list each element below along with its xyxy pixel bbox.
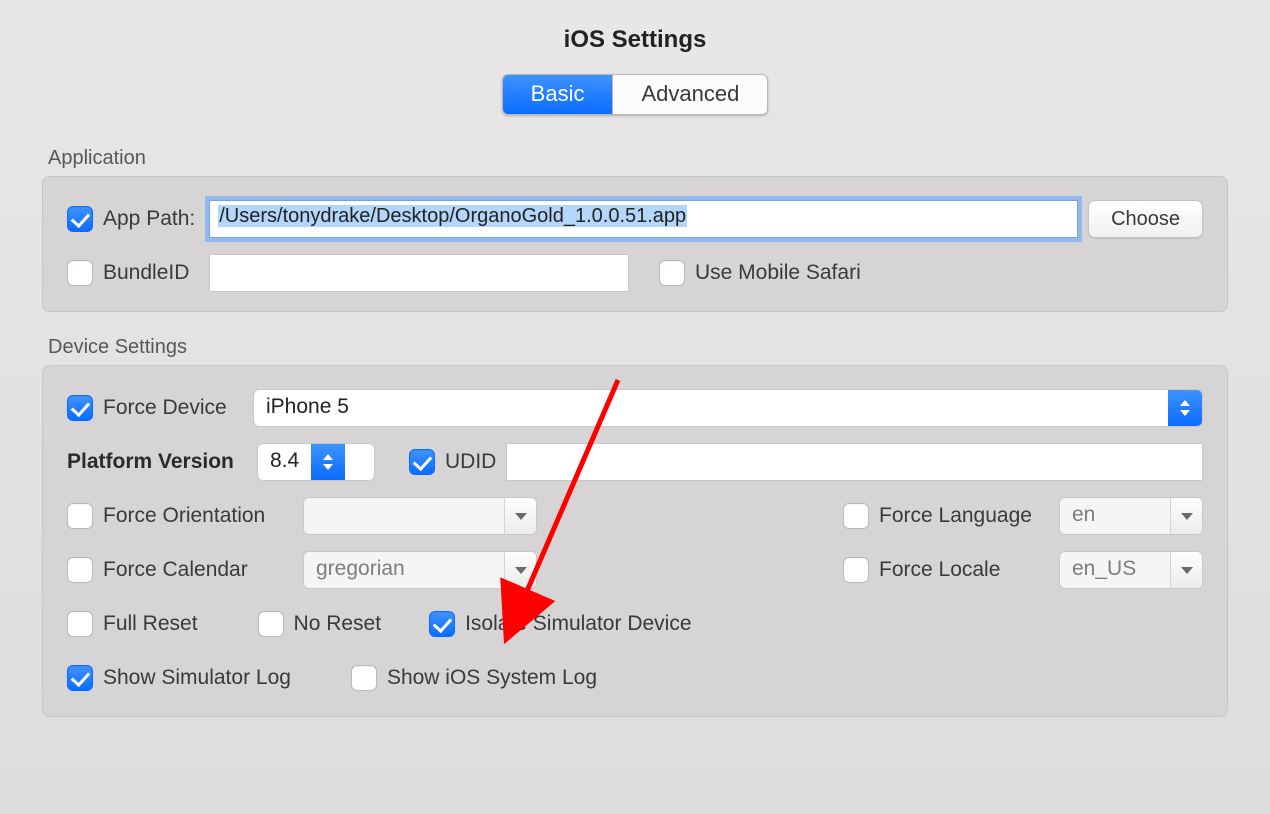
chevron-down-icon — [1170, 552, 1202, 588]
force-calendar-label: Force Calendar — [103, 558, 293, 582]
device-settings-section-label: Device Settings — [48, 336, 1228, 359]
bundle-id-checkbox[interactable] — [67, 260, 93, 286]
application-section-label: Application — [48, 147, 1228, 170]
settings-window: iOS Settings Basic Advanced Application … — [0, 0, 1270, 814]
force-language-select[interactable]: en — [1059, 497, 1203, 535]
force-orientation-label: Force Orientation — [103, 504, 293, 528]
show-simulator-log-checkbox[interactable] — [67, 665, 93, 691]
platform-version-label: Platform Version — [67, 450, 247, 474]
force-language-checkbox[interactable] — [843, 503, 869, 529]
chevron-down-icon — [504, 552, 536, 588]
use-mobile-safari-checkbox[interactable] — [659, 260, 685, 286]
chevron-updown-icon — [311, 444, 345, 480]
full-reset-label: Full Reset — [103, 612, 198, 636]
app-path-checkbox[interactable] — [67, 206, 93, 232]
force-calendar-checkbox[interactable] — [67, 557, 93, 583]
chevron-down-icon — [1170, 498, 1202, 534]
platform-version-select[interactable]: 8.4 — [257, 443, 375, 481]
application-group: App Path: /Users/tonydrake/Desktop/Organ… — [42, 176, 1228, 312]
udid-checkbox[interactable] — [409, 449, 435, 475]
force-calendar-select[interactable]: gregorian — [303, 551, 537, 589]
app-path-label: App Path: — [103, 207, 195, 231]
force-device-label: Force Device — [103, 396, 243, 420]
chevron-down-icon — [504, 498, 536, 534]
bundle-id-label: BundleID — [103, 261, 199, 285]
show-simulator-log-label: Show Simulator Log — [103, 666, 291, 690]
tab-advanced[interactable]: Advanced — [612, 75, 767, 114]
udid-input[interactable] — [506, 443, 1203, 481]
show-ios-system-log-checkbox[interactable] — [351, 665, 377, 691]
chevron-updown-icon — [1168, 390, 1202, 426]
show-ios-system-log-label: Show iOS System Log — [387, 666, 597, 690]
force-locale-select[interactable]: en_US — [1059, 551, 1203, 589]
tab-basic[interactable]: Basic — [503, 75, 613, 114]
choose-button[interactable]: Choose — [1088, 200, 1203, 238]
use-mobile-safari-label: Use Mobile Safari — [695, 261, 861, 285]
isolate-simulator-device-checkbox[interactable] — [429, 611, 455, 637]
force-device-checkbox[interactable] — [67, 395, 93, 421]
force-device-select[interactable]: iPhone 5 — [253, 389, 1203, 427]
force-language-label: Force Language — [879, 504, 1049, 528]
app-path-input[interactable]: /Users/tonydrake/Desktop/OrganoGold_1.0.… — [209, 200, 1078, 238]
tab-bar: Basic Advanced — [0, 74, 1270, 115]
full-reset-checkbox[interactable] — [67, 611, 93, 637]
udid-label: UDID — [445, 450, 496, 474]
bundle-id-input[interactable] — [209, 254, 629, 292]
no-reset-label: No Reset — [294, 612, 382, 636]
force-orientation-select[interactable] — [303, 497, 537, 535]
device-settings-group: Force Device iPhone 5 Platform Version 8… — [42, 365, 1228, 717]
force-locale-label: Force Locale — [879, 558, 1049, 582]
no-reset-checkbox[interactable] — [258, 611, 284, 637]
force-locale-checkbox[interactable] — [843, 557, 869, 583]
force-orientation-checkbox[interactable] — [67, 503, 93, 529]
page-title: iOS Settings — [0, 26, 1270, 54]
isolate-simulator-device-label: Isolate Simulator Device — [465, 612, 691, 636]
